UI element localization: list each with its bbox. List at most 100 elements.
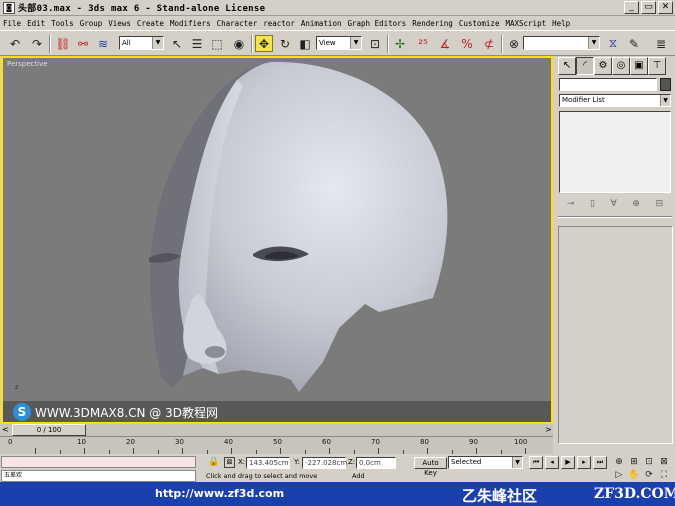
menu-tools[interactable]: Tools <box>51 19 74 28</box>
zoom-icon[interactable]: ⊕ <box>612 456 626 468</box>
menu-bar: File Edit Tools Group Views Create Modif… <box>0 16 675 30</box>
pivot-center-icon[interactable]: ⊡ <box>366 35 384 52</box>
menu-modifiers[interactable]: Modifiers <box>170 19 211 28</box>
go-to-start-icon[interactable]: ⏮ <box>529 456 543 469</box>
display-tab-icon[interactable]: ▣ <box>630 57 648 75</box>
time-slider-thumb[interactable]: 0 / 100 <box>12 424 86 436</box>
bind-space-warp-icon[interactable]: ≋ <box>94 35 112 52</box>
menu-edit[interactable]: Edit <box>27 19 45 28</box>
minimize-button[interactable]: _ <box>624 1 639 14</box>
play-icon[interactable]: ▶ <box>561 456 575 469</box>
chevron-down-icon: ▼ <box>588 37 599 49</box>
reference-coordinate-select[interactable]: View ▼ <box>316 36 362 50</box>
mirror-icon[interactable]: ⧖ <box>604 35 622 52</box>
menu-graph-editors[interactable]: Graph Editors <box>347 19 406 28</box>
x-coordinate-field[interactable]: 143.405cm <box>246 457 290 469</box>
hierarchy-tab-icon[interactable]: ⚙ <box>594 57 612 75</box>
close-button[interactable]: ✕ <box>658 1 673 14</box>
layer-manager-icon[interactable]: ≣ <box>652 35 670 52</box>
perspective-viewport[interactable]: Perspective z S WWW.3DMAX8.CN @ 3D教程网 <box>1 56 553 424</box>
spinner-snap-icon[interactable]: ⊄ <box>480 35 498 52</box>
go-to-end-icon[interactable]: ⏭ <box>593 456 607 469</box>
rollout-area[interactable] <box>558 226 673 444</box>
zoom-extents-all-icon[interactable]: ⊠ <box>657 456 671 468</box>
app-icon[interactable]: ◙ <box>3 1 15 14</box>
restore-button[interactable]: ▭ <box>641 1 656 14</box>
fov-icon[interactable]: ▷ <box>612 469 626 481</box>
edit-named-selections-icon[interactable]: ⊗ <box>505 35 523 52</box>
key-filter-select[interactable]: Selected ▼ <box>448 456 523 469</box>
selection-lock-icon[interactable]: 🔒 <box>208 457 219 467</box>
menu-animation[interactable]: Animation <box>301 19 342 28</box>
undo-icon[interactable]: ↶ <box>6 35 24 52</box>
toolbar-separator <box>501 35 503 53</box>
redo-icon[interactable]: ↷ <box>28 35 46 52</box>
show-end-result-icon[interactable]: ▯ <box>590 199 595 209</box>
angle-snap-icon[interactable]: ∡ <box>436 35 454 52</box>
modify-tab-icon[interactable]: ◜ <box>576 57 594 75</box>
modifier-list-label: Modifier List <box>562 96 605 104</box>
selection-filter-select[interactable]: All ▼ <box>119 36 164 50</box>
configure-modifier-sets-icon[interactable]: ⊟ <box>656 199 664 209</box>
object-name-input[interactable] <box>559 78 657 91</box>
pin-stack-icon[interactable]: ⊸ <box>567 199 575 209</box>
percent-snap-icon[interactable]: % <box>458 35 476 52</box>
auto-key-button[interactable]: Auto Key <box>414 457 447 477</box>
menu-group[interactable]: Group <box>80 19 103 28</box>
selection-filter-value: All <box>122 39 131 47</box>
add-time-tag[interactable]: Add <box>352 472 365 480</box>
rectangular-selection-icon[interactable]: ⬚ <box>208 35 226 52</box>
y-coordinate-field[interactable]: -227.028cm <box>302 457 347 469</box>
head-mesh[interactable] <box>3 58 551 422</box>
modifier-stack[interactable] <box>559 111 671 193</box>
time-next-arrow[interactable]: > <box>545 425 552 434</box>
motion-tab-icon[interactable]: ◎ <box>612 57 630 75</box>
menu-customize[interactable]: Customize <box>459 19 500 28</box>
select-by-name-icon[interactable]: ☰ <box>188 35 206 52</box>
window-title: 头部03.max - 3ds max 6 - Stand-alone Licen… <box>18 4 266 14</box>
object-color-swatch[interactable] <box>660 78 671 91</box>
z-coordinate-field[interactable]: 0.0cm <box>356 457 396 469</box>
create-tab-icon[interactable]: ↖ <box>558 57 576 75</box>
chevron-down-icon: ▼ <box>152 37 163 49</box>
track-bar[interactable]: 0 10 20 30 40 50 60 70 80 90 100 <box>0 436 553 454</box>
remove-modifier-icon[interactable]: ⊕ <box>632 199 640 209</box>
arc-rotate-icon[interactable]: ⟳ <box>642 469 656 481</box>
track-label-80: 80 <box>420 438 429 446</box>
window-crossing-icon[interactable]: ◉ <box>230 35 248 52</box>
maxscript-listener-field[interactable] <box>1 456 196 468</box>
snap-toggle-icon[interactable]: ²⁵ <box>414 35 432 52</box>
watermark-text: WWW.3DMAX8.CN @ 3D教程网 <box>35 405 219 420</box>
absolute-mode-icon[interactable]: ⊠ <box>224 457 235 468</box>
align-icon[interactable]: ✎ <box>625 35 643 52</box>
reference-coordinate-value: View <box>319 39 336 47</box>
select-and-scale-icon[interactable]: ◧ <box>296 35 314 52</box>
time-slider[interactable]: < 0 / 100 > <box>0 424 553 436</box>
next-frame-icon[interactable]: ▸ <box>577 456 591 469</box>
named-selection-select[interactable]: ▼ <box>523 36 600 50</box>
link-icon[interactable]: ⛓ <box>54 35 72 52</box>
modifier-list-select[interactable]: Modifier List ▼ <box>559 94 671 107</box>
select-and-manipulate-icon[interactable]: ✢ <box>391 35 409 52</box>
menu-create[interactable]: Create <box>137 19 164 28</box>
select-and-rotate-icon[interactable]: ↻ <box>276 35 294 52</box>
zoom-all-icon[interactable]: ⊞ <box>627 456 641 468</box>
menu-reactor[interactable]: reactor <box>263 19 295 28</box>
menu-rendering[interactable]: Rendering <box>412 19 453 28</box>
maximize-viewport-icon[interactable]: ⛶ <box>657 469 671 481</box>
select-and-move-icon[interactable]: ✥ <box>255 35 273 52</box>
utilities-tab-icon[interactable]: ⊤ <box>648 57 666 75</box>
make-unique-icon[interactable]: ∀ <box>611 199 617 209</box>
prev-frame-icon[interactable]: ◂ <box>545 456 559 469</box>
menu-maxscript[interactable]: MAXScript <box>505 19 546 28</box>
menu-help[interactable]: Help <box>552 19 570 28</box>
pan-icon[interactable]: ✋ <box>627 469 641 481</box>
zoom-extents-icon[interactable]: ⊡ <box>642 456 656 468</box>
menu-file[interactable]: File <box>3 19 21 28</box>
select-object-icon[interactable]: ↖ <box>168 35 186 52</box>
maxscript-output-field[interactable]: 五差欢 <box>1 470 196 482</box>
unlink-icon[interactable]: ⚯ <box>74 35 92 52</box>
time-prev-arrow[interactable]: < <box>2 425 9 434</box>
menu-views[interactable]: Views <box>108 19 131 28</box>
menu-character[interactable]: Character <box>217 19 258 28</box>
